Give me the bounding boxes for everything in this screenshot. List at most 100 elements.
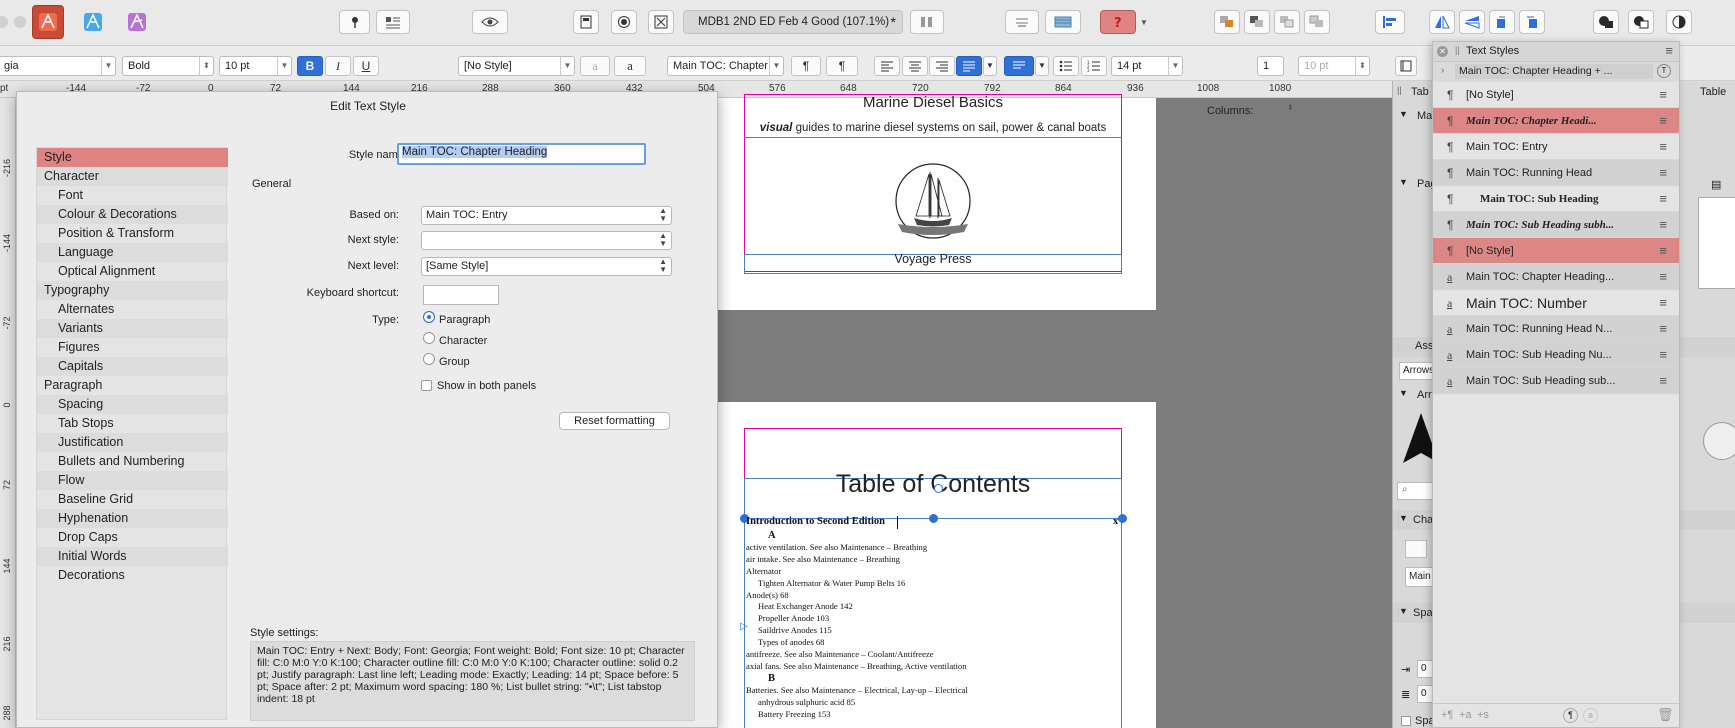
view-mode-bleed-button[interactable]	[611, 10, 637, 34]
align-button[interactable]	[1375, 10, 1405, 34]
document-tab[interactable]: MDB1 2ND ED Feb 4 Good (107.1%) *	[683, 10, 903, 34]
arrange-forward-button[interactable]	[1244, 10, 1270, 34]
category-alternates[interactable]: Alternates	[37, 300, 228, 319]
window-zoom-button[interactable]	[14, 16, 26, 28]
flip-horizontal-button[interactable]	[1429, 10, 1455, 34]
spacing-checkbox[interactable]	[1401, 716, 1411, 726]
keyboard-shortcut-field[interactable]	[423, 285, 499, 305]
category-spacing[interactable]: Spacing	[37, 395, 228, 414]
category-position-transform[interactable]: Position & Transform	[37, 224, 228, 243]
preflight-button[interactable]: ?	[1100, 10, 1136, 34]
style-menu-icon[interactable]: ≡	[1659, 134, 1667, 159]
assets-search-field[interactable]: ⌕	[1397, 482, 1437, 500]
view-mode-clip-button[interactable]	[648, 10, 674, 34]
category-colour-decorations[interactable]: Colour & Decorations	[37, 205, 228, 224]
category-character[interactable]: Character	[37, 167, 228, 186]
pages-view-icon[interactable]: ▤	[1711, 178, 1721, 191]
align-center-button[interactable]	[902, 56, 928, 76]
type-group-radio[interactable]	[423, 353, 435, 365]
text-style-item[interactable]: ¶ Main TOC: Sub Heading ≡	[1433, 186, 1679, 212]
text-style-item[interactable]: a Main TOC: Number ≡	[1433, 290, 1679, 316]
apply-character-style-button[interactable]: a	[1583, 708, 1598, 723]
style-menu-icon[interactable]: ≡	[1659, 160, 1667, 185]
rotate-right-button[interactable]	[1519, 10, 1545, 34]
clear-para-style-button[interactable]: ¶	[791, 56, 821, 76]
category-hyphenation[interactable]: Hyphenation	[37, 509, 228, 528]
style-menu-icon[interactable]: ≡	[1659, 342, 1667, 367]
tab-assets[interactable]: Ass	[1415, 340, 1433, 352]
category-flow[interactable]: Flow	[37, 471, 228, 490]
font-weight-field[interactable]: Bold ⬍	[122, 56, 214, 76]
justify-dropdown[interactable]: ▼	[983, 56, 997, 76]
italic-button[interactable]: I	[325, 56, 351, 76]
text-style-item[interactable]: a Main TOC: Sub Heading Nu... ≡	[1433, 342, 1679, 368]
character-style-field[interactable]: [No Style] ▼	[458, 56, 575, 76]
panel-menu-icon[interactable]: ≡	[1665, 43, 1673, 58]
style-menu-icon[interactable]: ≡	[1659, 212, 1667, 237]
text-styles-tab[interactable]: Text Styles	[1466, 45, 1519, 57]
apply-paragraph-style-button[interactable]: ¶	[1563, 708, 1578, 723]
reset-formatting-button[interactable]: Reset formatting	[559, 412, 670, 430]
category-style[interactable]: Style	[37, 148, 228, 167]
view-mode-normal-button[interactable]	[573, 10, 599, 34]
text-style-item[interactable]: ¶ Main TOC: Sub Heading subh... ≡	[1433, 212, 1679, 238]
align-left-button[interactable]	[874, 56, 900, 76]
category-drop-caps[interactable]: Drop Caps	[37, 528, 228, 547]
window-minimize-button[interactable]	[0, 16, 8, 28]
style-name-field[interactable]: Main TOC: Chapter Heading	[397, 143, 646, 165]
close-panel-button[interactable]: ✕	[1437, 46, 1448, 57]
apply-char-style-button[interactable]: a	[614, 56, 646, 76]
underline-button[interactable]: U	[353, 56, 379, 76]
frame-handle-center[interactable]	[929, 514, 938, 523]
category-baseline-grid[interactable]: Baseline Grid	[37, 490, 228, 509]
style-options-icon[interactable]: T	[1657, 64, 1671, 78]
style-menu-icon[interactable]: ≡	[1659, 316, 1667, 341]
vertical-ruler[interactable]: -216 -144 -72 0 72 144 216 288	[0, 98, 16, 728]
apply-para-style-button[interactable]: ¶	[826, 56, 858, 76]
style-menu-icon[interactable]: ≡	[1659, 82, 1667, 107]
add-paragraph-style-button[interactable]: +¶	[1441, 709, 1453, 721]
text-style-item[interactable]: ¶ Main TOC: Running Head ≡	[1433, 160, 1679, 186]
split-view-button[interactable]	[910, 10, 944, 34]
pin-tool-button[interactable]	[339, 10, 370, 34]
preview-mode-button[interactable]	[472, 10, 508, 34]
style-menu-icon[interactable]: ≡	[1659, 108, 1667, 133]
page-thumbnail[interactable]	[1698, 197, 1735, 289]
next-style-popup[interactable]: ▲ ▼	[421, 231, 672, 250]
text-style-item[interactable]: ¶ [No Style] ≡	[1433, 238, 1679, 264]
style-menu-icon[interactable]: ≡	[1659, 368, 1667, 393]
add-character-style-button[interactable]: +a	[1459, 709, 1472, 721]
text-style-item[interactable]: a Main TOC: Sub Heading sub... ≡	[1433, 368, 1679, 394]
category-capitals[interactable]: Capitals	[37, 357, 228, 376]
bullets-button[interactable]	[1053, 56, 1079, 76]
style-menu-icon[interactable]: ≡	[1659, 290, 1667, 315]
columns-field[interactable]: 1	[1257, 56, 1284, 76]
category-font[interactable]: Font	[37, 186, 228, 205]
type-character-radio[interactable]	[423, 332, 435, 344]
category-initial-words[interactable]: Initial Words	[37, 547, 228, 566]
category-tab-stops[interactable]: Tab Stops	[37, 414, 228, 433]
leading-field[interactable]: 14 pt ▼	[1111, 56, 1183, 76]
text-style-item[interactable]: ¶ [No Style] ≡	[1433, 82, 1679, 108]
boolean-subtract-button[interactable]	[1628, 10, 1654, 34]
category-paragraph[interactable]: Paragraph	[37, 376, 228, 395]
arrange-backward-button[interactable]	[1274, 10, 1300, 34]
current-style-field[interactable]: Main TOC: Chapter Heading + ...	[1455, 64, 1653, 79]
gutter-field[interactable]: 10 pt ⬍	[1298, 56, 1370, 76]
boolean-intersect-button[interactable]	[1666, 10, 1692, 34]
flip-vertical-button[interactable]	[1459, 10, 1485, 34]
designer-persona-button[interactable]	[80, 7, 106, 37]
preflight-dropdown[interactable]: ▼	[1137, 10, 1151, 34]
show-grid-button[interactable]	[1045, 10, 1081, 34]
publisher-persona-button[interactable]	[32, 5, 64, 39]
category-bullets-and-numbering[interactable]: Bullets and Numbering	[37, 452, 228, 471]
font-family-field[interactable]: gia ▼	[0, 56, 116, 76]
text-style-item[interactable]: a Main TOC: Chapter Heading... ≡	[1433, 264, 1679, 290]
panel-grip[interactable]: ||	[1397, 85, 1402, 95]
masters-section-arrow[interactable]: ▼	[1399, 109, 1408, 119]
delete-style-button[interactable]: 🗑	[1657, 707, 1674, 723]
arrange-back-button[interactable]	[1304, 10, 1330, 34]
frame-options-button[interactable]	[1395, 56, 1417, 76]
tab-table-right[interactable]: Table	[1700, 86, 1726, 98]
frame-handle-right[interactable]	[1118, 514, 1127, 523]
